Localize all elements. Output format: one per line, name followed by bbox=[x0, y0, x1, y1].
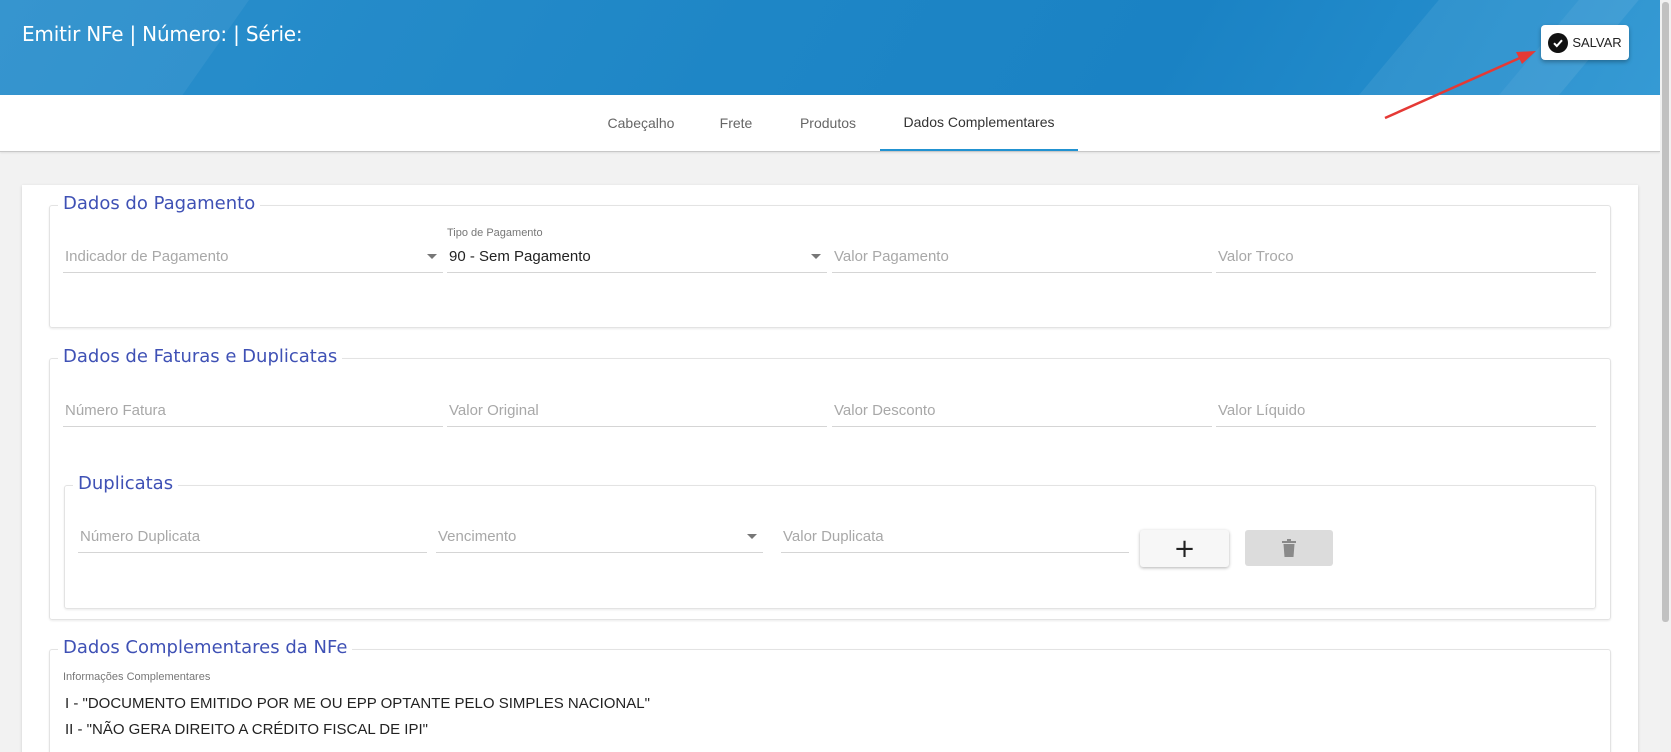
page-title: Emitir NFe | Número: | Série: bbox=[22, 22, 303, 46]
trash-icon bbox=[1282, 539, 1296, 557]
add-duplicata-button[interactable]: + bbox=[1140, 530, 1229, 567]
tab-cabecalho[interactable]: Cabeçalho bbox=[593, 95, 689, 151]
valor-pagamento-input[interactable]: Valor Pagamento bbox=[832, 233, 1212, 273]
tipo-pagamento-select[interactable]: Tipo de Pagamento 90 - Sem Pagamento bbox=[447, 227, 827, 273]
dropdown-caret-icon bbox=[747, 534, 757, 539]
valor-troco-placeholder: Valor Troco bbox=[1218, 248, 1294, 265]
pagamento-legend: Dados do Pagamento bbox=[58, 193, 261, 214]
valor-liquido-input[interactable]: Valor Líquido bbox=[1216, 387, 1596, 427]
valor-troco-input[interactable]: Valor Troco bbox=[1216, 233, 1596, 273]
duplicatas-legend: Duplicatas bbox=[73, 473, 179, 494]
save-button[interactable]: SALVAR bbox=[1541, 25, 1629, 60]
vencimento-date-picker[interactable]: Vencimento bbox=[436, 513, 763, 553]
valor-desconto-placeholder: Valor Desconto bbox=[834, 402, 936, 419]
tipo-pagamento-value: 90 - Sem Pagamento bbox=[449, 248, 591, 265]
dropdown-caret-icon bbox=[811, 254, 821, 259]
numero-fatura-input[interactable]: Número Fatura bbox=[63, 387, 443, 427]
tab-dados-complementares[interactable]: Dados Complementares bbox=[880, 95, 1078, 151]
valor-original-placeholder: Valor Original bbox=[449, 402, 539, 419]
valor-desconto-input[interactable]: Valor Desconto bbox=[832, 387, 1212, 427]
numero-duplicata-placeholder: Número Duplicata bbox=[80, 528, 201, 545]
informacoes-complementares-textarea[interactable]: I - "DOCUMENTO EMITIDO POR ME OU EPP OPT… bbox=[63, 687, 1596, 747]
form-card: Dados do Pagamento Indicador de Pagament… bbox=[22, 185, 1638, 752]
indicador-pagamento-placeholder: Indicador de Pagamento bbox=[65, 248, 229, 265]
dropdown-caret-icon bbox=[427, 254, 437, 259]
vencimento-placeholder: Vencimento bbox=[438, 528, 517, 545]
tab-produtos[interactable]: Produtos bbox=[788, 95, 868, 151]
plus-icon: + bbox=[1173, 533, 1196, 564]
tab-frete[interactable]: Frete bbox=[708, 95, 764, 151]
indicador-pagamento-select[interactable]: Indicador de Pagamento bbox=[63, 233, 443, 273]
faturas-legend: Dados de Faturas e Duplicatas bbox=[58, 346, 343, 367]
tipo-pagamento-label: Tipo de Pagamento bbox=[447, 227, 543, 239]
info-line-1: I - "DOCUMENTO EMITIDO POR ME OU EPP OPT… bbox=[65, 695, 650, 712]
save-button-label: SALVAR bbox=[1572, 35, 1622, 50]
check-circle-icon bbox=[1548, 32, 1569, 53]
valor-liquido-placeholder: Valor Líquido bbox=[1218, 402, 1306, 419]
info-line-2: II - "NÃO GERA DIREITO A CRÉDITO FISCAL … bbox=[65, 721, 428, 738]
informacoes-complementares-label: Informações Complementares bbox=[63, 671, 211, 683]
header-decoration bbox=[0, 0, 278, 95]
valor-duplicata-input[interactable]: Valor Duplicata bbox=[781, 513, 1129, 553]
app-header: Emitir NFe | Número: | Série: bbox=[0, 0, 1660, 95]
delete-duplicata-button[interactable] bbox=[1245, 530, 1333, 566]
valor-pagamento-placeholder: Valor Pagamento bbox=[834, 248, 949, 265]
scrollbar-thumb[interactable] bbox=[1662, 2, 1669, 622]
page-scrollbar[interactable] bbox=[1660, 0, 1671, 752]
valor-original-input[interactable]: Valor Original bbox=[447, 387, 827, 427]
valor-duplicata-placeholder: Valor Duplicata bbox=[783, 528, 884, 545]
numero-duplicata-input[interactable]: Número Duplicata bbox=[78, 513, 427, 553]
tab-bar: Cabeçalho Frete Produtos Dados Complemen… bbox=[0, 95, 1660, 152]
complementares-legend: Dados Complementares da NFe bbox=[58, 637, 353, 658]
numero-fatura-placeholder: Número Fatura bbox=[65, 402, 166, 419]
